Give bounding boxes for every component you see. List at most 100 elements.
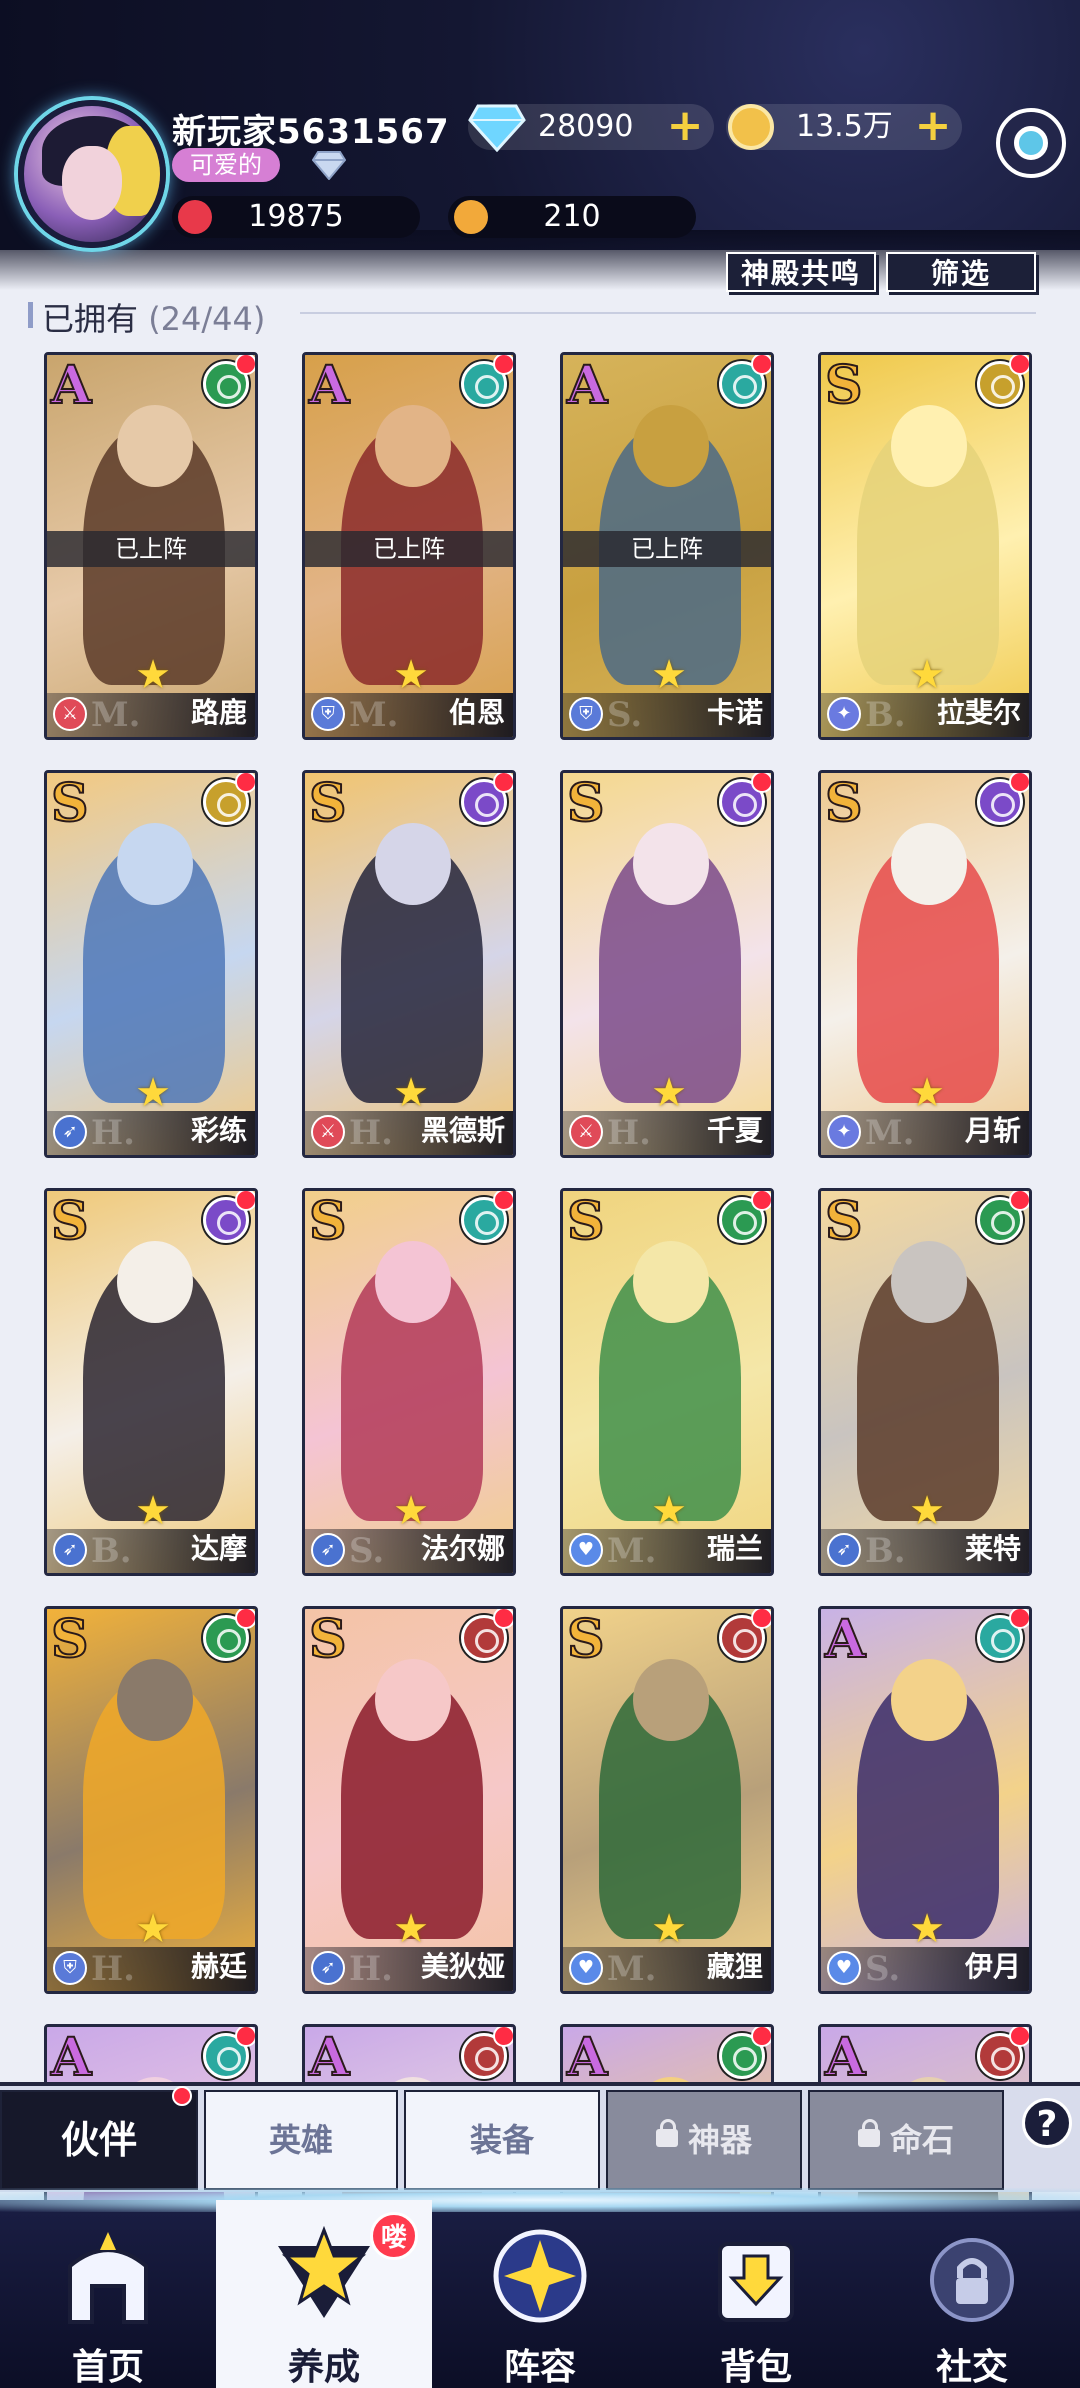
help-button[interactable]: ? bbox=[1022, 2098, 1072, 2148]
faction-tag: B. bbox=[91, 1531, 132, 1571]
card-grade: S bbox=[50, 773, 90, 835]
tab-hero-label: 英雄 bbox=[268, 2121, 333, 2159]
bag-icon bbox=[718, 2242, 794, 2322]
notify-dot bbox=[751, 1191, 771, 1211]
card-name: 瑞兰 bbox=[706, 1532, 763, 1565]
character-head bbox=[375, 405, 451, 487]
faction-tag: H. bbox=[91, 1949, 135, 1989]
partner-card[interactable]: A 已上阵 ★ ⛨ S. 卡诺 bbox=[560, 352, 774, 740]
player-avatar[interactable] bbox=[18, 100, 166, 248]
card-grade: A bbox=[50, 2027, 92, 2089]
lock-icon bbox=[655, 2119, 678, 2147]
partner-card[interactable]: S ★ ♥ M. 瑞兰 bbox=[560, 1188, 774, 1576]
add-diamond-button[interactable]: + bbox=[666, 104, 704, 148]
nav-bag[interactable]: 背包 bbox=[648, 2200, 864, 2388]
bow-icon: ➶ bbox=[53, 1533, 87, 1567]
notify-dot bbox=[1009, 773, 1029, 793]
faction-tag: B. bbox=[865, 1531, 906, 1571]
card-grade: A bbox=[566, 2027, 608, 2089]
character-head bbox=[375, 1659, 451, 1741]
faction-tag: H. bbox=[349, 1113, 393, 1153]
partner-card[interactable]: S ★ ✦ B. 拉斐尔 bbox=[818, 352, 1032, 740]
partner-card[interactable]: S ★ ➶ H. 美狄娅 bbox=[302, 1606, 516, 1994]
nav-lineup-label: 阵容 bbox=[503, 2347, 576, 2388]
card-name: 伊月 bbox=[964, 1950, 1021, 1983]
notify-dot bbox=[751, 1609, 771, 1629]
castle-icon bbox=[68, 2232, 148, 2324]
partner-card[interactable]: S ★ ♥ M. 藏狸 bbox=[560, 1606, 774, 1994]
card-name: 法尔娜 bbox=[420, 1532, 505, 1565]
card-grade: A bbox=[824, 1609, 866, 1671]
faction-tag: M. bbox=[607, 1949, 657, 1989]
notify-dot bbox=[1009, 1609, 1029, 1629]
partner-card[interactable]: S ★ ➶ S. 法尔娜 bbox=[302, 1188, 516, 1576]
owned-count: (24/44) bbox=[148, 300, 266, 338]
staff-icon: ✦ bbox=[827, 697, 861, 731]
notify-dot bbox=[751, 773, 771, 793]
partner-card[interactable]: S ★ ⚔ H. 千夏 bbox=[560, 770, 774, 1158]
deployed-banner: 已上阵 bbox=[47, 531, 255, 567]
vip-diamond-icon[interactable] bbox=[312, 150, 346, 180]
nav-social[interactable]: 社交 bbox=[864, 2200, 1080, 2388]
tab-equipment[interactable]: 装备 bbox=[404, 2090, 600, 2190]
filter-button[interactable]: 筛选 bbox=[886, 252, 1036, 292]
notify-dot bbox=[493, 773, 513, 793]
partner-card[interactable]: S ★ ✦ M. 月斩 bbox=[818, 770, 1032, 1158]
partner-card[interactable]: S ★ ➶ B. 莱特 bbox=[818, 1188, 1032, 1576]
partner-card[interactable]: A 已上阵 ★ ⛨ M. 伯恩 bbox=[302, 352, 516, 740]
star-icon: ★ bbox=[651, 1070, 687, 1116]
section-divider bbox=[300, 312, 1036, 314]
tab-partner[interactable]: 伙伴 bbox=[0, 2086, 198, 2190]
card-name: 伯恩 bbox=[448, 696, 505, 729]
partner-card[interactable]: S ★ ➶ B. 达摩 bbox=[44, 1188, 258, 1576]
card-name: 黑德斯 bbox=[420, 1114, 505, 1147]
tab-hero[interactable]: 英雄 bbox=[204, 2090, 398, 2190]
flame-icon bbox=[178, 200, 212, 234]
settings-gear-icon[interactable] bbox=[996, 108, 1066, 178]
star-icon: ★ bbox=[393, 1906, 429, 1952]
gold-amount: 13.5万 bbox=[796, 109, 893, 144]
develop-star-icon bbox=[278, 2226, 370, 2318]
sword-icon: ⚔ bbox=[311, 1115, 345, 1149]
card-grade: A bbox=[308, 2027, 350, 2089]
star-emblem-icon bbox=[454, 200, 488, 234]
character-head bbox=[375, 1241, 451, 1323]
partner-card[interactable]: A 已上阵 ★ ⚔ M. 路鹿 bbox=[44, 352, 258, 740]
gold-coin-icon bbox=[728, 104, 774, 150]
bow-icon: ➶ bbox=[311, 1951, 345, 1985]
add-gold-button[interactable]: + bbox=[914, 104, 952, 148]
power-pill: 19875 bbox=[172, 196, 420, 238]
tab-fate-stone[interactable]: 命石 bbox=[808, 2090, 1004, 2190]
card-grade: S bbox=[824, 355, 864, 417]
card-grade: A bbox=[824, 2027, 866, 2089]
nav-lineup[interactable]: 阵容 bbox=[432, 2200, 648, 2388]
avatar-face bbox=[62, 146, 122, 220]
card-grade: S bbox=[566, 1609, 606, 1671]
temple-resonance-button[interactable]: 神殿共鸣 bbox=[726, 252, 876, 292]
tab-artifact[interactable]: 神器 bbox=[606, 2090, 802, 2190]
star-icon: ★ bbox=[651, 1488, 687, 1534]
partner-card[interactable]: A ★ ♥ S. 伊月 bbox=[818, 1606, 1032, 1994]
faction-tag: M. bbox=[607, 1531, 657, 1571]
card-name: 达摩 bbox=[190, 1532, 247, 1565]
tab-equipment-label: 装备 bbox=[469, 2121, 534, 2159]
faction-tag: S. bbox=[349, 1531, 385, 1571]
gear-core bbox=[1014, 126, 1048, 160]
card-grade: S bbox=[308, 773, 348, 835]
player-title-badge[interactable]: 可爱的 bbox=[172, 148, 280, 182]
card-name: 藏狸 bbox=[706, 1950, 763, 1983]
partner-card[interactable]: S ★ ⚔ H. 黑德斯 bbox=[302, 770, 516, 1158]
partner-card[interactable]: S ★ ⛨ H. 赫廷 bbox=[44, 1606, 258, 1994]
owned-section-title: 已拥有 (24/44) bbox=[27, 294, 266, 340]
diamond-amount: 28090 bbox=[538, 109, 634, 144]
character-head bbox=[633, 1659, 709, 1741]
partner-card[interactable]: S ★ ➶ H. 彩练 bbox=[44, 770, 258, 1158]
notify-dot bbox=[493, 2027, 513, 2047]
card-grade: S bbox=[308, 1609, 348, 1671]
gold-currency: 13.5万 + bbox=[726, 104, 962, 150]
notify-dot bbox=[235, 773, 255, 793]
character-head bbox=[891, 1659, 967, 1741]
nav-home[interactable]: 首页 bbox=[0, 2200, 216, 2388]
card-grade: A bbox=[308, 355, 350, 417]
bow-icon: ➶ bbox=[311, 1533, 345, 1567]
